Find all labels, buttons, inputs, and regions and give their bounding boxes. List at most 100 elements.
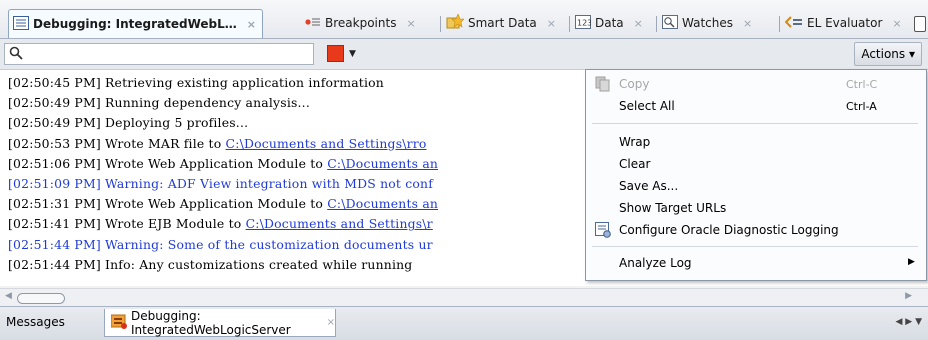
menu-item-configure-logging[interactable]: Configure Oracle Diagnostic Logging (586, 220, 926, 242)
tab-label: Data (595, 16, 624, 30)
menu-separator (592, 246, 918, 247)
menu-item-select-all[interactable]: Select All Ctrl-A (586, 96, 926, 118)
close-icon[interactable]: × (634, 17, 643, 30)
log-message: Deploying 5 profiles... (100, 115, 249, 131)
log-timestamp: [02:51:09 PM] (8, 176, 101, 191)
tab-nav-buttons[interactable]: ◀ ▶ ▼ (896, 317, 923, 327)
log-timestamp: [02:51:41 PM] (8, 216, 101, 232)
tab-watches[interactable]: Watches × (662, 11, 752, 35)
log-warning-line: [02:51:09 PM] Warning: ADF View integrat… (8, 176, 433, 196)
horizontal-scrollbar[interactable]: ◀ ▶ (0, 288, 928, 306)
close-icon[interactable]: × (247, 18, 256, 31)
log-timestamp: [02:50:49 PM] (8, 95, 101, 111)
menu-label: Show Target URLs (619, 201, 727, 215)
menu-label: Wrap (619, 135, 651, 149)
breakpoints-icon (305, 16, 321, 31)
log-line: [02:51:06 PM] Wrote Web Application Modu… (8, 156, 438, 176)
search-input[interactable] (4, 43, 314, 65)
log-message: Wrote MAR file to (100, 135, 226, 151)
el-evaluator-icon (784, 15, 803, 31)
log-warning-line: [02:51:44 PM] Warning: Some of the custo… (8, 237, 433, 257)
log-file-link[interactable]: C:\Documents and Settings\r (246, 216, 433, 231)
log-line: [02:51:31 PM] Wrote Web Application Modu… (8, 196, 438, 216)
tab-separator (569, 16, 570, 32)
log-toolbar: ▼ Actions ▾ (0, 39, 928, 70)
log-timestamp: [02:51:44 PM] (8, 236, 101, 252)
close-icon[interactable]: × (406, 17, 415, 30)
log-line: [02:51:44 PM] Info: Any customizations c… (8, 257, 412, 277)
menu-item-clear[interactable]: Clear (586, 154, 926, 176)
log-line: [02:50:45 PM] Retrieving existing applic… (8, 75, 384, 95)
close-icon[interactable]: × (892, 17, 901, 30)
log-message: Running dependency analysis... (100, 95, 310, 111)
tab-label: EL Evaluator (807, 16, 883, 30)
log-file-link[interactable]: C:\Documents and Settings\rro (226, 136, 427, 151)
tab-label: Debugging: IntegratedWebLogicServer (131, 308, 291, 337)
log-line: [02:50:49 PM] Deploying 5 profiles... (8, 115, 248, 135)
minimize-icon[interactable] (914, 16, 926, 32)
scrollbar-thumb[interactable] (17, 293, 65, 304)
tab-messages[interactable]: Messages (6, 315, 65, 329)
chevron-down-icon[interactable]: ▼ (349, 49, 356, 59)
tab-label: Breakpoints (325, 16, 397, 30)
log-file-link[interactable]: C:\Documents an (327, 196, 438, 211)
close-icon[interactable]: × (743, 17, 752, 30)
actions-button[interactable]: Actions ▾ (854, 42, 922, 66)
menu-item-show-target-urls[interactable]: Show Target URLs (586, 198, 926, 220)
tab-separator (440, 16, 441, 32)
tab-label: Debugging: IntegratedWebL… (33, 17, 237, 31)
tab-label: Smart Data (468, 16, 537, 30)
terminate-button[interactable] (327, 45, 344, 62)
smart-data-icon (446, 12, 465, 33)
menu-item-save-as[interactable]: Save As... (586, 176, 926, 198)
log-message: Warning: Some of the customization docum… (100, 236, 433, 252)
tab-debugging-server[interactable]: Debugging: IntegratedWebLogicServer × (104, 309, 336, 337)
menu-separator (592, 123, 918, 124)
log-timestamp: [02:51:31 PM] (8, 196, 101, 212)
scroll-left-icon[interactable]: ◀ (5, 291, 12, 301)
menu-label: Configure Oracle Diagnostic Logging (619, 223, 839, 237)
menu-label: Save As... (619, 179, 679, 193)
log-timestamp: [02:50:53 PM] (8, 135, 101, 151)
log-file-link[interactable]: C:\Documents an (327, 156, 438, 171)
menu-label: Copy (619, 77, 650, 91)
menu-item-copy[interactable]: Copy Ctrl-C (586, 74, 926, 96)
tab-data[interactable]: 123 Data × (575, 11, 643, 35)
tab-separator (779, 16, 780, 32)
configure-logging-icon (595, 222, 611, 241)
log-line: [02:51:41 PM] Wrote EJB Module to C:\Doc… (8, 216, 433, 236)
log-message: Wrote Web Application Module to (100, 155, 328, 171)
log-message: Wrote Web Application Module to (100, 196, 328, 212)
menu-label: Analyze Log (619, 256, 692, 270)
submenu-arrow-icon: ▶ (908, 257, 915, 267)
tab-breakpoints[interactable]: Breakpoints × (305, 11, 416, 35)
log-message: Warning: ADF View integration with MDS n… (100, 176, 434, 191)
debug-server-icon (110, 313, 127, 332)
copy-icon (595, 76, 611, 95)
menu-label: Clear (619, 157, 651, 171)
scroll-right-icon[interactable]: ▶ (905, 291, 912, 301)
log-message: Wrote EJB Module to (100, 216, 246, 232)
menu-label: Select All (619, 99, 675, 113)
log-line: [02:50:49 PM] Running dependency analysi… (8, 95, 310, 115)
log-line: [02:50:53 PM] Wrote MAR file to C:\Docum… (8, 136, 427, 156)
tab-el-evaluator[interactable]: EL Evaluator × (784, 11, 902, 35)
tab-label: Watches (682, 16, 733, 30)
log-timestamp: [02:51:06 PM] (8, 155, 101, 171)
tab-separator (656, 16, 657, 32)
context-menu: Copy Ctrl-C Select All Ctrl-A Wrap Clear… (585, 69, 927, 281)
data-icon: 123 (575, 14, 592, 32)
menu-shortcut: Ctrl-C (846, 78, 878, 91)
log-timestamp: [02:50:45 PM] (8, 75, 101, 90)
watches-icon (662, 14, 678, 32)
log-window-icon (13, 15, 29, 33)
close-icon[interactable]: × (327, 317, 335, 328)
svg-text:123: 123 (577, 18, 591, 27)
close-icon[interactable]: × (547, 17, 556, 30)
log-timestamp: [02:50:49 PM] (8, 115, 101, 131)
tab-smart-data[interactable]: Smart Data × (446, 11, 556, 35)
menu-item-analyze-log[interactable]: Analyze Log ▶ (586, 253, 926, 275)
tab-debugging[interactable]: Debugging: IntegratedWebL… × (8, 9, 263, 38)
menu-item-wrap[interactable]: Wrap (586, 132, 926, 154)
log-timestamp: [02:51:44 PM] (8, 256, 101, 272)
